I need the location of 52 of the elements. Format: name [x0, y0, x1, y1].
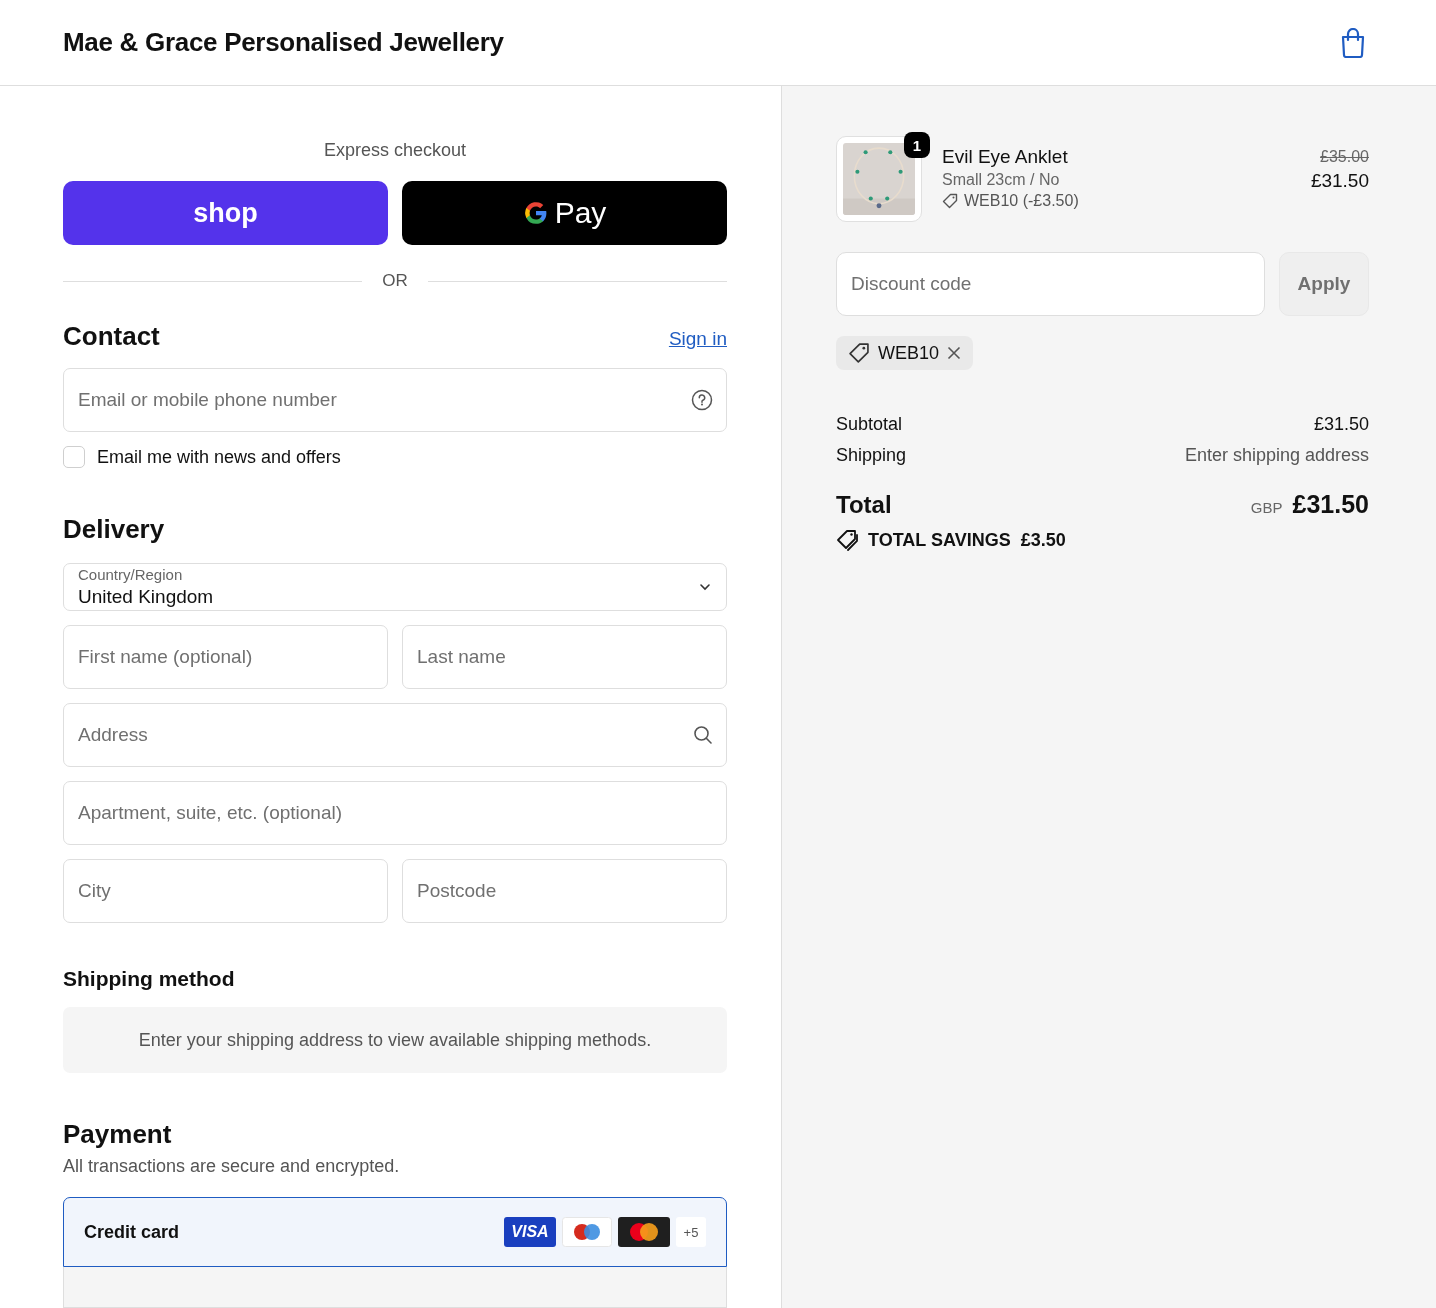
discount-code-field[interactable]: Discount code	[836, 252, 1265, 316]
google-pay-button[interactable]: Pay	[402, 181, 727, 245]
input-field[interactable]: City	[63, 859, 388, 923]
product-discount: WEB10 (-£3.50)	[964, 192, 1079, 210]
payment-heading: Payment	[63, 1119, 173, 1150]
tag-icon	[848, 342, 870, 364]
summary-value: Enter shipping address	[1184, 445, 1369, 466]
visa-card-logo: VISA	[504, 1217, 556, 1247]
product-variant: Small 23cm / No	[942, 171, 1061, 189]
tag-icon	[942, 193, 958, 209]
input-field[interactable]: Postcode	[402, 859, 727, 923]
product-name: Evil Eye Anklet	[942, 146, 1069, 168]
help-icon	[691, 389, 713, 411]
sign-in-link[interactable]: Sign in	[668, 328, 727, 350]
input-field[interactable]: First name (optional)	[63, 625, 388, 689]
currency-code: GBP	[1250, 499, 1283, 516]
delivery-heading: Delivery	[63, 514, 166, 545]
search-icon	[693, 725, 713, 745]
summary-label: Shipping	[836, 445, 907, 466]
mastercard-card-icon	[618, 1217, 670, 1247]
savings-amount: £3.50	[1020, 529, 1066, 551]
input-field[interactable]: Apartment, suite, etc. (optional)	[63, 781, 727, 845]
summary-value: £31.50	[1313, 414, 1369, 435]
checkbox-label: Email me with news and offers	[97, 446, 341, 468]
payment-subtitle: All transactions are secure and encrypted.	[63, 1156, 401, 1177]
store-name[interactable]: Mae & Grace Personalised Jewellery	[63, 27, 504, 58]
maestro-card-icon	[562, 1217, 612, 1247]
tags-icon	[836, 529, 860, 551]
summary-label: Subtotal	[836, 414, 903, 435]
product-price: £31.50	[1310, 170, 1369, 192]
input-field[interactable]: Last name	[402, 625, 727, 689]
contact-heading: Contact	[63, 321, 160, 352]
payment-method-option[interactable]: Credit card VISA +5	[63, 1197, 727, 1267]
email-field[interactable]: Email or mobile phone number	[63, 368, 727, 432]
shipping-method-heading: Shipping method	[63, 967, 236, 991]
or-divider-label: OR	[382, 271, 408, 291]
shipping-methods-notice: Enter your shipping address to view available shipping methods.	[63, 1007, 727, 1073]
total-amount: £31.50	[1292, 490, 1369, 519]
quantity-badge: 1	[904, 132, 930, 158]
savings-label: TOTAL SAVINGS	[868, 529, 1011, 551]
google-g-icon	[522, 200, 549, 226]
checkbox[interactable]	[63, 446, 85, 468]
country-select[interactable]: Country/Region United Kingdom	[63, 563, 727, 611]
input-field[interactable]: Address	[63, 703, 727, 767]
shop-pay-button[interactable]: shop	[63, 181, 388, 245]
discount-code: WEB10	[878, 342, 940, 364]
close-icon[interactable]	[947, 346, 962, 360]
total-label: Total	[836, 491, 892, 519]
original-price: £35.00	[1320, 148, 1369, 166]
express-checkout-title: Express checkout	[322, 140, 468, 161]
shopping-bag-icon[interactable]	[1340, 27, 1366, 58]
more-cards-count: +5	[676, 1217, 706, 1247]
